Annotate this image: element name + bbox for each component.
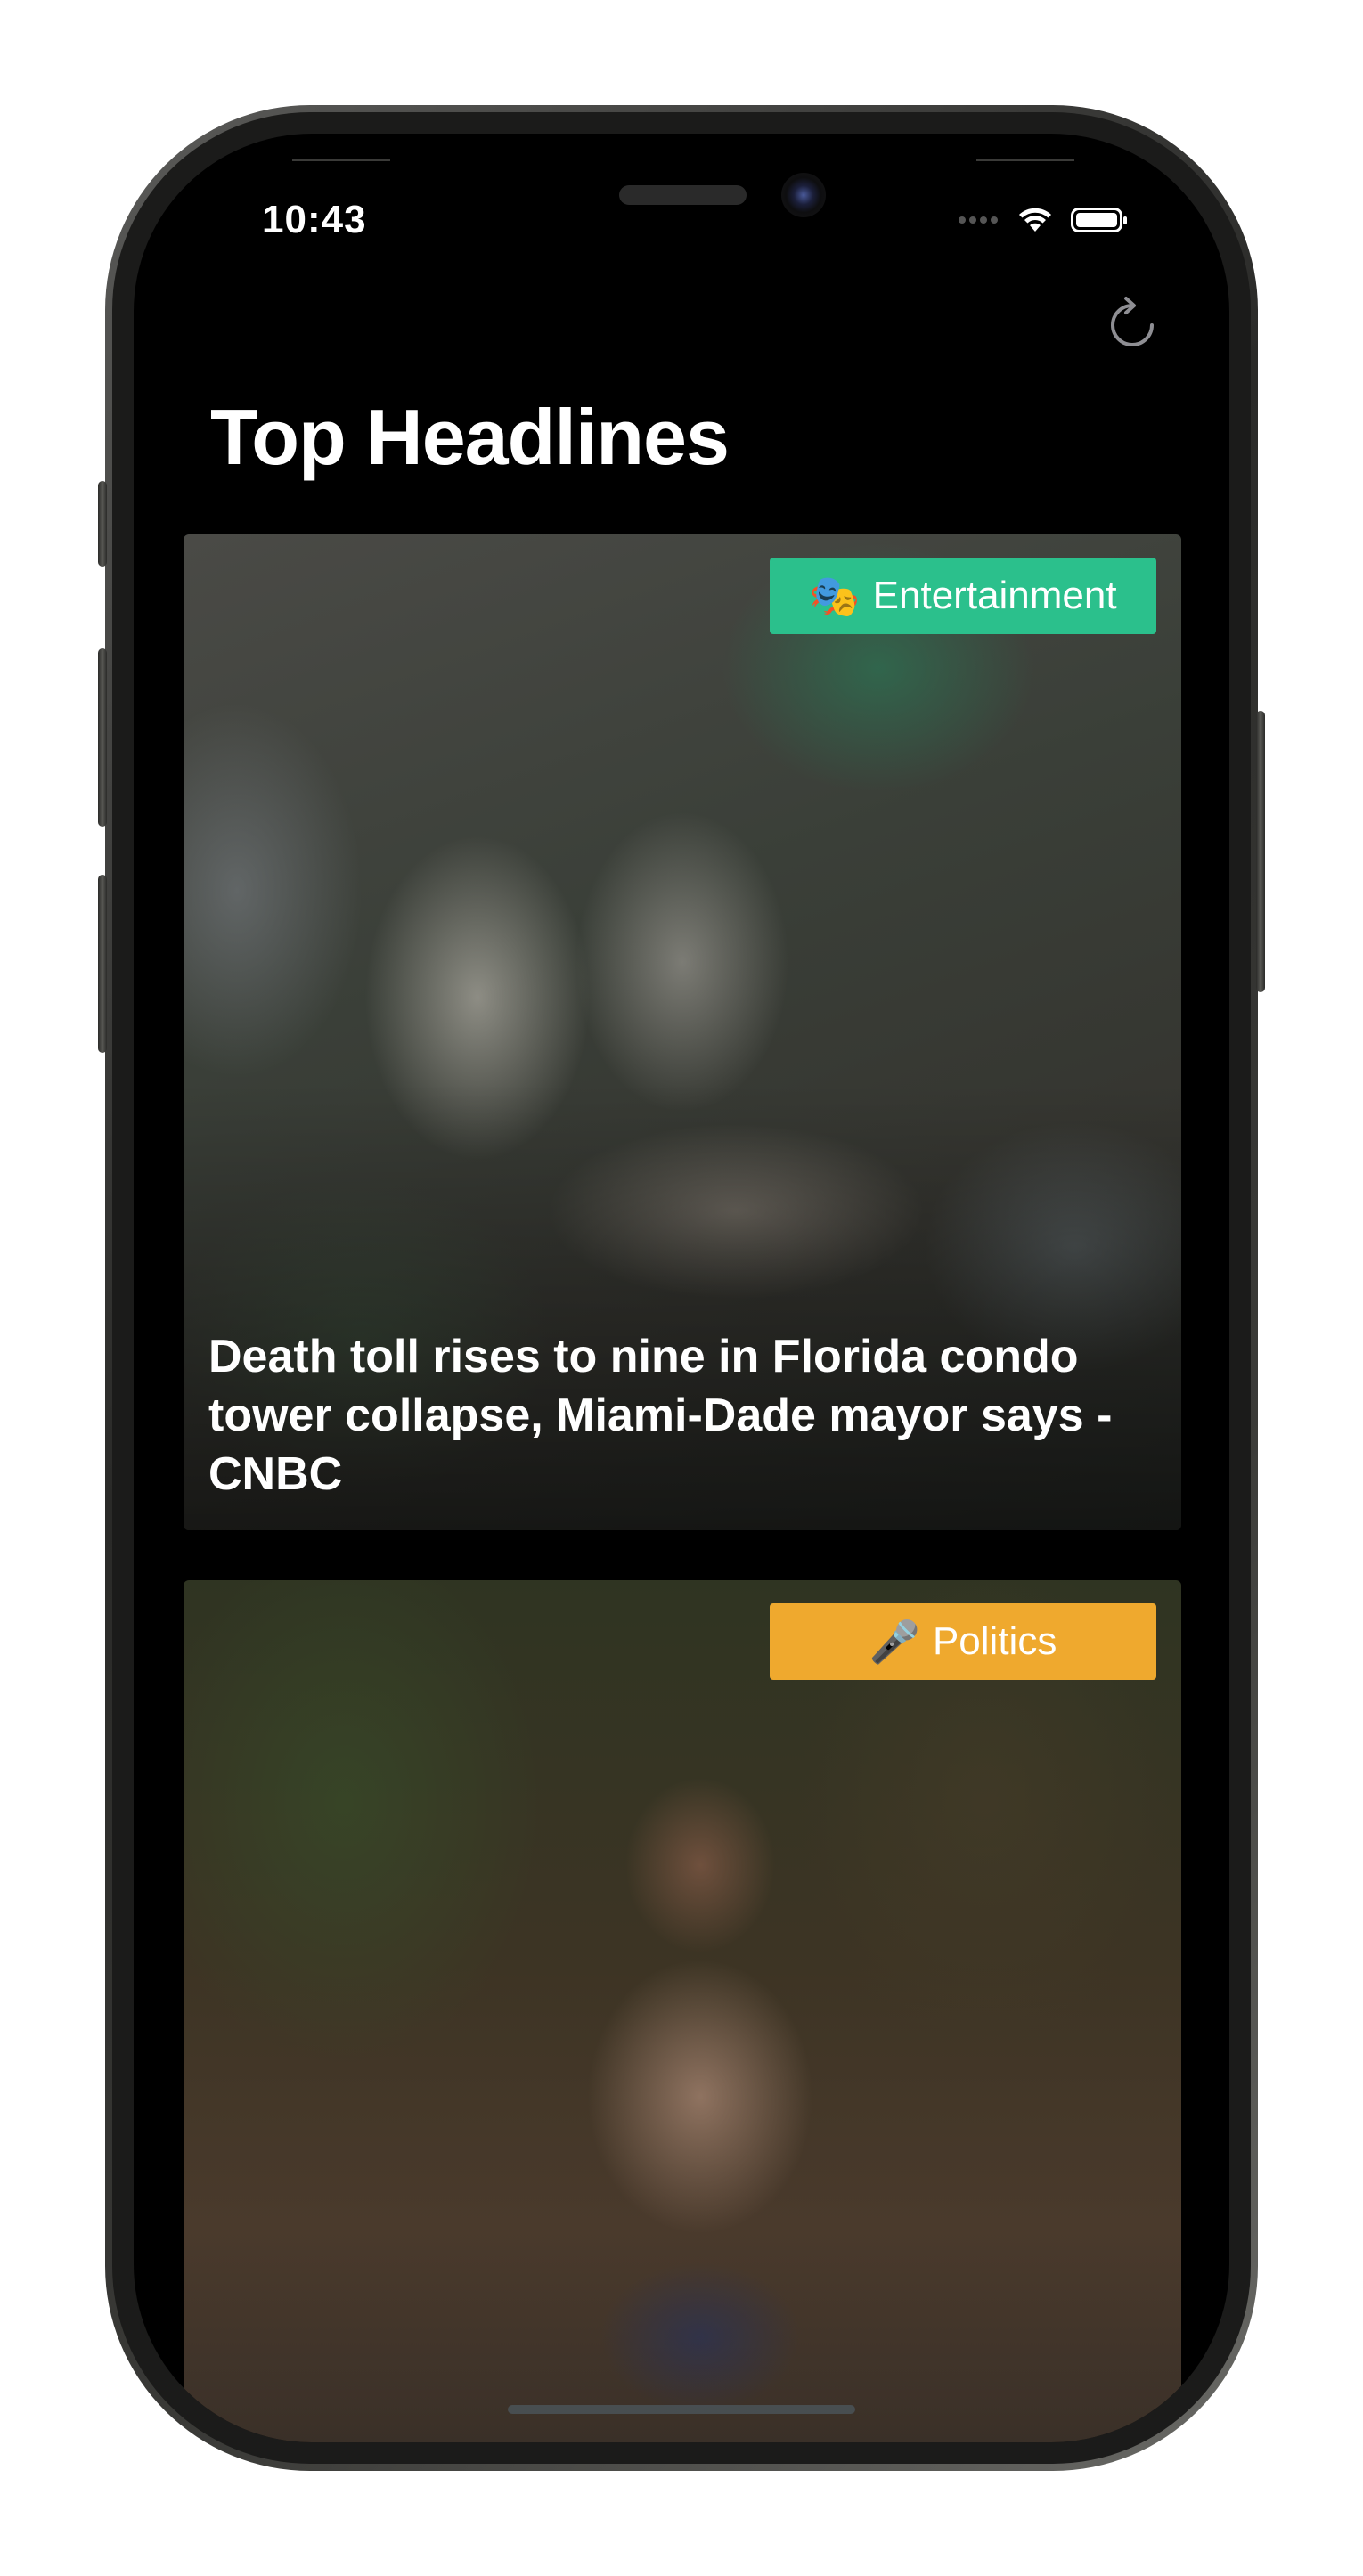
category-badge: 🎭 Entertainment [770, 558, 1156, 634]
antenna-line-left [292, 159, 390, 161]
category-label: Entertainment [872, 574, 1117, 617]
article-card[interactable]: 🎤 Politics [184, 1580, 1181, 2442]
app-screen: 10:43 Top Headlines 🎭 Entertainment Deat… [134, 134, 1229, 2442]
article-headline: Death toll rises to nine in Florida cond… [208, 1331, 1113, 1500]
home-indicator[interactable] [508, 2405, 855, 2414]
power-button [1256, 711, 1265, 992]
front-camera [781, 173, 826, 217]
cellular-signal-icon [959, 216, 998, 224]
status-time: 10:43 [262, 198, 367, 241]
microphone-icon: 🎤 [869, 1618, 920, 1665]
status-icons [959, 207, 1127, 233]
category-badge: 🎤 Politics [770, 1603, 1156, 1680]
earpiece-speaker [619, 185, 747, 205]
battery-icon [1071, 208, 1127, 232]
theater-masks-icon: 🎭 [809, 572, 861, 619]
volume-down-button [98, 875, 107, 1053]
action-button [98, 481, 107, 567]
page-title: Top Headlines [210, 393, 730, 481]
antenna-line-right [976, 159, 1074, 161]
volume-up-button [98, 648, 107, 827]
refresh-button[interactable] [1104, 294, 1161, 351]
article-card[interactable]: 🎭 Entertainment Death toll rises to nine… [184, 534, 1181, 1530]
category-label: Politics [932, 1619, 1057, 1663]
refresh-icon [1111, 297, 1154, 346]
wifi-icon [1019, 208, 1051, 232]
